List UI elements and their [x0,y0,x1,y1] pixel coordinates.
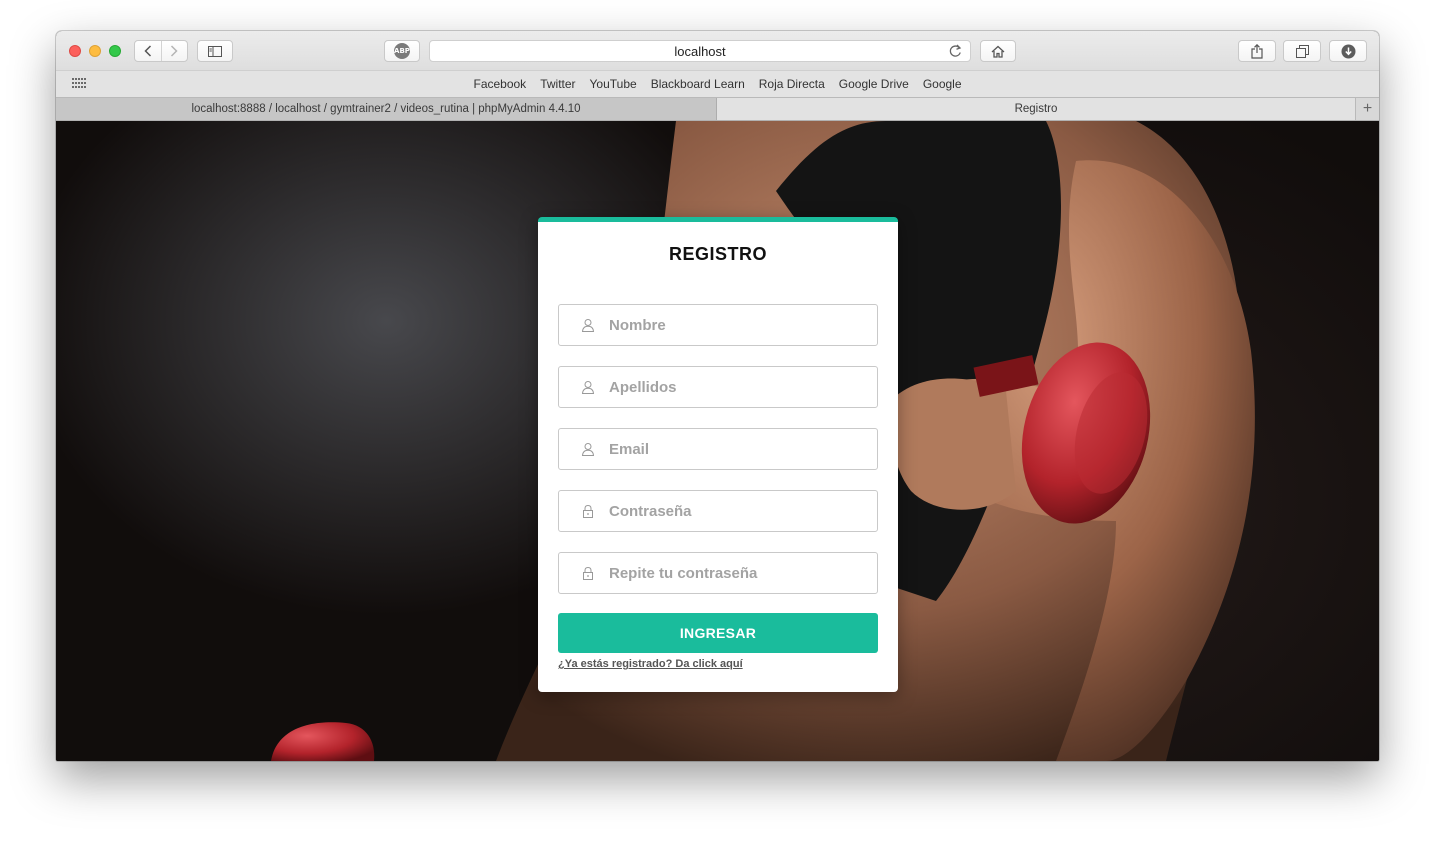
minimize-window-button[interactable] [89,45,101,57]
downloads-button[interactable] [1329,40,1367,62]
repeat-password-field[interactable] [558,552,878,594]
tab-bar: localhost:8888 / localhost / gymtrainer2… [56,97,1379,121]
email-field[interactable] [558,428,878,470]
back-button[interactable] [135,41,161,61]
browser-window: ABP localhost Facebook Twitter YouTube B… [56,31,1379,761]
lock-icon [583,566,593,580]
registration-card: REGISTRO INGRESAR ¿Ya [538,217,898,692]
home-icon [991,45,1005,58]
user-icon [581,443,595,456]
bookmark-facebook[interactable]: Facebook [466,77,533,91]
password-field[interactable] [558,490,878,532]
history-nav [134,40,188,62]
download-icon [1341,44,1355,58]
maximize-window-button[interactable] [109,45,121,57]
email-input[interactable] [609,429,869,469]
chevron-right-icon [171,45,178,57]
show-tabs-button[interactable] [1283,40,1321,62]
bookmark-blackboard-learn[interactable]: Blackboard Learn [644,77,752,91]
url-text: localhost [674,44,726,59]
nombre-field[interactable] [558,304,878,346]
adblock-icon: ABP [394,43,410,59]
bookmark-list: Facebook Twitter YouTube Blackboard Lear… [56,77,1379,91]
close-window-button[interactable] [69,45,81,57]
apellidos-input[interactable] [609,367,869,407]
password-input[interactable] [609,491,869,531]
chevron-left-icon [144,45,151,57]
bookmarks-bar: Facebook Twitter YouTube Blackboard Lear… [56,70,1379,97]
home-button[interactable] [980,40,1016,62]
tab-phpmyadmin[interactable]: localhost:8888 / localhost / gymtrainer2… [56,98,717,120]
address-bar[interactable]: localhost [429,40,971,62]
new-tab-button[interactable]: + [1355,98,1379,120]
share-icon [1251,43,1263,59]
adblock-button[interactable]: ABP [384,40,420,62]
reload-icon[interactable] [949,44,962,58]
user-icon [581,319,595,332]
login-link[interactable]: ¿Ya estás registrado? Da click aquí [558,658,743,670]
apellidos-field[interactable] [558,366,878,408]
bookmark-youtube[interactable]: YouTube [583,77,644,91]
browser-toolbar: ABP localhost [56,31,1379,70]
bookmark-twitter[interactable]: Twitter [533,77,582,91]
ingresar-button[interactable]: INGRESAR [558,613,878,653]
lock-icon [583,504,593,518]
share-button[interactable] [1238,40,1276,62]
tab-registro[interactable]: Registro [717,98,1355,120]
repeat-password-input[interactable] [609,553,869,593]
forward-button[interactable] [160,41,188,61]
page-content: REGISTRO INGRESAR ¿Ya [56,121,1379,761]
form-title: REGISTRO [668,244,767,264]
sidebar-toggle-button[interactable] [197,40,233,62]
nombre-input[interactable] [609,305,869,345]
bookmark-google-drive[interactable]: Google Drive [832,77,916,91]
user-icon [581,381,595,394]
bookmark-google[interactable]: Google [916,77,969,91]
sidebar-icon [208,45,222,57]
tabs-overview-icon [1295,44,1309,58]
bookmark-roja-directa[interactable]: Roja Directa [752,77,832,91]
